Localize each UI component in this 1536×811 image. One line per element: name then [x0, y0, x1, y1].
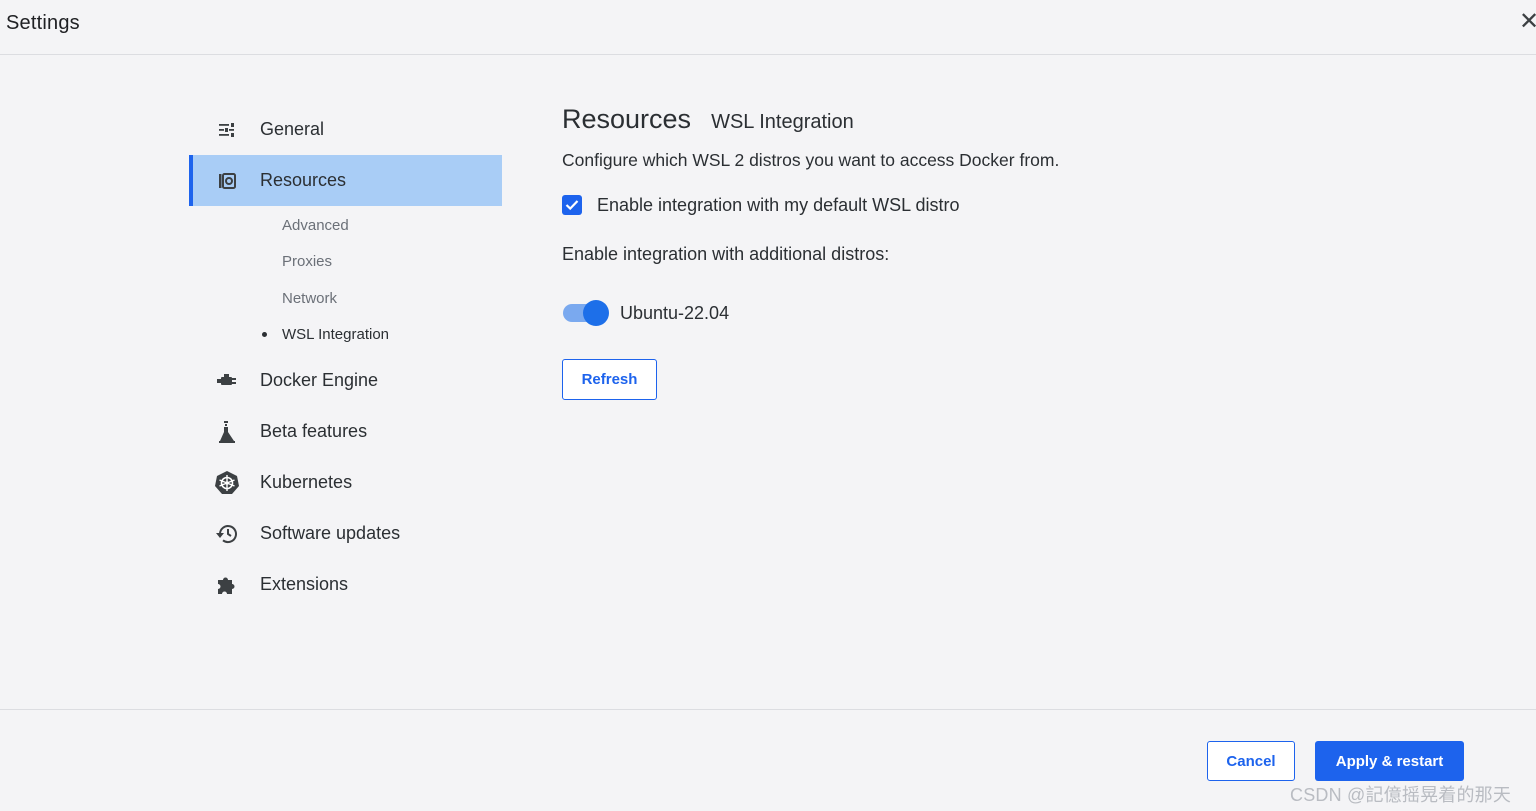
flask-icon: [214, 419, 240, 445]
resources-icon: [214, 168, 240, 194]
sidebar-item-label: Beta features: [260, 421, 368, 441]
sidebar-item-beta-features[interactable]: Beta features: [189, 406, 502, 457]
sidebar-subitem-label: WSL Integration: [282, 326, 389, 344]
history-icon: [214, 521, 240, 547]
sliders-icon: [214, 117, 240, 143]
apply-restart-button[interactable]: Apply & restart: [1315, 741, 1464, 781]
additional-distros-label: Enable integration with additional distr…: [562, 244, 890, 264]
sidebar-subitem-advanced[interactable]: Advanced: [189, 207, 502, 244]
sidebar-subitem-network[interactable]: Network: [189, 280, 502, 317]
sidebar-item-software-updates[interactable]: Software updates: [189, 508, 502, 559]
distro-toggle-row: Ubuntu-22.04: [562, 299, 1462, 327]
sidebar-item-label: General: [260, 119, 325, 139]
sidebar-subitem-proxies[interactable]: Proxies: [189, 244, 502, 281]
settings-footer: Cancel Apply & restart CSDN @記億摇晃着的那天: [0, 709, 1536, 811]
settings-header: Settings ✕: [0, 0, 1536, 55]
page-description: Configure which WSL 2 distros you want t…: [562, 150, 1060, 170]
window-title: Settings: [6, 12, 80, 34]
section-title: Resources: [562, 104, 692, 134]
refresh-button[interactable]: Refresh: [562, 359, 657, 400]
sidebar-item-label: Docker Engine: [260, 370, 379, 390]
sidebar-item-label: Extensions: [260, 574, 349, 594]
settings-sidebar: General Resources Advanced Proxies Netwo…: [189, 104, 502, 610]
page-title: WSL Integration: [711, 111, 854, 133]
default-distro-label: Enable integration with my default WSL d…: [597, 194, 960, 215]
sidebar-subitem-wsl-integration[interactable]: WSL Integration: [189, 317, 502, 354]
sidebar-item-docker-engine[interactable]: Docker Engine: [189, 355, 502, 406]
sidebar-item-kubernetes[interactable]: Kubernetes: [189, 457, 502, 508]
puzzle-icon: [214, 572, 240, 598]
current-page-bullet-icon: [262, 332, 267, 338]
distro-name: Ubuntu-22.04: [620, 302, 730, 323]
sidebar-item-label: Kubernetes: [260, 472, 353, 492]
ubuntu-toggle-switch[interactable]: [562, 300, 609, 326]
kubernetes-helm-icon: [214, 470, 240, 496]
default-distro-checkbox[interactable]: [562, 195, 582, 215]
default-distro-row: Enable integration with my default WSL d…: [562, 193, 1462, 217]
sidebar-item-general[interactable]: General: [189, 104, 502, 155]
sidebar-subitem-label: Advanced: [282, 216, 349, 234]
toggle-knob: [583, 300, 609, 326]
resources-submenu: Advanced Proxies Network WSL Integration: [189, 206, 502, 355]
sidebar-item-extensions[interactable]: Extensions: [189, 559, 502, 610]
settings-window: Settings ✕ General Resources Advanced Pr…: [0, 0, 1536, 811]
cancel-button[interactable]: Cancel: [1207, 741, 1295, 781]
wsl-integration-panel: Resources WSL Integration Configure whic…: [562, 104, 1462, 400]
close-icon[interactable]: ✕: [1519, 9, 1536, 35]
sidebar-item-resources[interactable]: Resources: [189, 155, 502, 206]
sidebar-item-label: Software updates: [260, 523, 401, 543]
page-heading: Resources WSL Integration: [562, 104, 1462, 140]
csdn-watermark: CSDN @記億摇晃着的那天: [1290, 785, 1512, 805]
checkmark-icon: [565, 200, 579, 211]
whale-engine-icon: [214, 368, 240, 394]
sidebar-subitem-label: Network: [282, 289, 338, 307]
sidebar-item-label: Resources: [260, 170, 347, 190]
sidebar-subitem-label: Proxies: [282, 253, 333, 271]
